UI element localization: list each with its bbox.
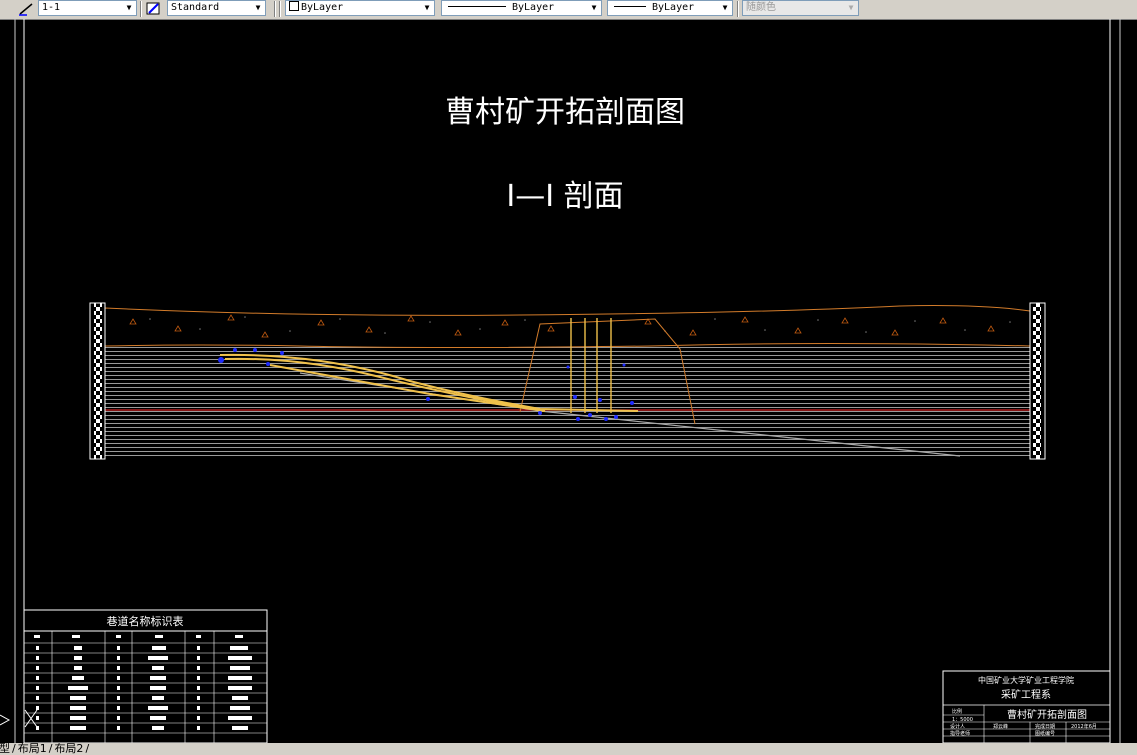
plotstyle-select[interactable]: 随颜色 ▼ [742,0,859,16]
tab-layout2[interactable]: 布局2 [54,743,83,755]
tab-model[interactable]: 模型 [0,743,10,755]
school-name: 中国矿业大学矿业工程学院 [978,675,1074,685]
strata-layers [105,346,1030,456]
textstyle-select[interactable]: Standard ▼ [167,0,266,16]
drawing-canvas[interactable]: 曹村矿开拓剖面图 I—I 剖面 巷道名称标识表 中国矿业大学矿业工程学院 采矿工… [0,19,1137,743]
plotstyle-value: 随颜色 [746,2,776,13]
chevron-down-icon: ▼ [722,3,728,12]
textstyle-value: Standard [171,2,220,13]
tab-separator: / [48,743,53,755]
color-swatch-icon [289,1,299,11]
scale-label: 比例 [952,708,962,715]
roadway-legend-table: 巷道名称标识表 [23,609,268,743]
separator [279,1,281,17]
designer-label: 设计人 [950,723,965,730]
lineweight-select[interactable]: ByLayer ▼ [607,0,733,16]
chevron-down-icon: ▼ [126,3,132,12]
department-name: 采矿工程系 [1001,688,1051,701]
textstyle-icon[interactable] [146,1,162,16]
tab-separator: / [12,743,16,755]
legend-title: 巷道名称标识表 [107,614,184,628]
separator [274,1,276,17]
designer-name: 郑云峰 [993,723,1008,730]
chevron-down-icon: ▼ [591,3,597,12]
page-label: 图纸编号 [1035,730,1055,737]
drawing-title: 曹村矿开拓剖面图 [445,95,685,130]
date-label: 完成日期 [1035,723,1055,730]
separator [737,1,739,17]
section-subtitle: I—I 剖面 [506,179,623,214]
line-sample-icon [614,6,646,7]
lineweight-value: ByLayer [652,2,695,13]
geological-section [89,302,1046,460]
linetype-value: ByLayer [512,2,555,13]
properties-toolbar: 1-1 ▼ Standard ▼ ByLayer ▼ ByLayer ▼ ByL… [0,0,1137,20]
color-value: ByLayer [301,2,344,13]
dimstyle-value: 1-1 [42,2,61,13]
separator [140,1,142,17]
right-scale-ticks [1033,303,1041,459]
tab-separator: / [85,743,90,755]
chevron-down-icon: ▼ [424,3,430,12]
titleblock-drawing-name: 曹村矿开拓剖面图 [1007,708,1087,721]
checker-label: 指导老师 [950,730,970,737]
left-scale-ticks [94,303,102,459]
chevron-down-icon: ▼ [848,3,854,12]
linetype-select[interactable]: ByLayer ▼ [441,0,602,16]
dimstyle-select[interactable]: 1-1 ▼ [38,0,137,16]
line-sample-icon [448,6,506,7]
tab-layout1[interactable]: 布局1 [18,743,47,755]
color-select[interactable]: ByLayer ▼ [285,0,435,16]
title-block: 中国矿业大学矿业工程学院 采矿工程系 曹村矿开拓剖面图 比例 1：5000 设计… [942,670,1111,743]
soil-layer [104,305,1031,348]
date-value: 2012年6月 [1071,723,1097,730]
layout-tabbar: 模型/布局1/布局2/ [0,743,1137,755]
chevron-down-icon: ▼ [255,3,261,12]
scale-value: 1：5000 [952,717,973,723]
dimstyle-icon[interactable] [18,1,34,16]
